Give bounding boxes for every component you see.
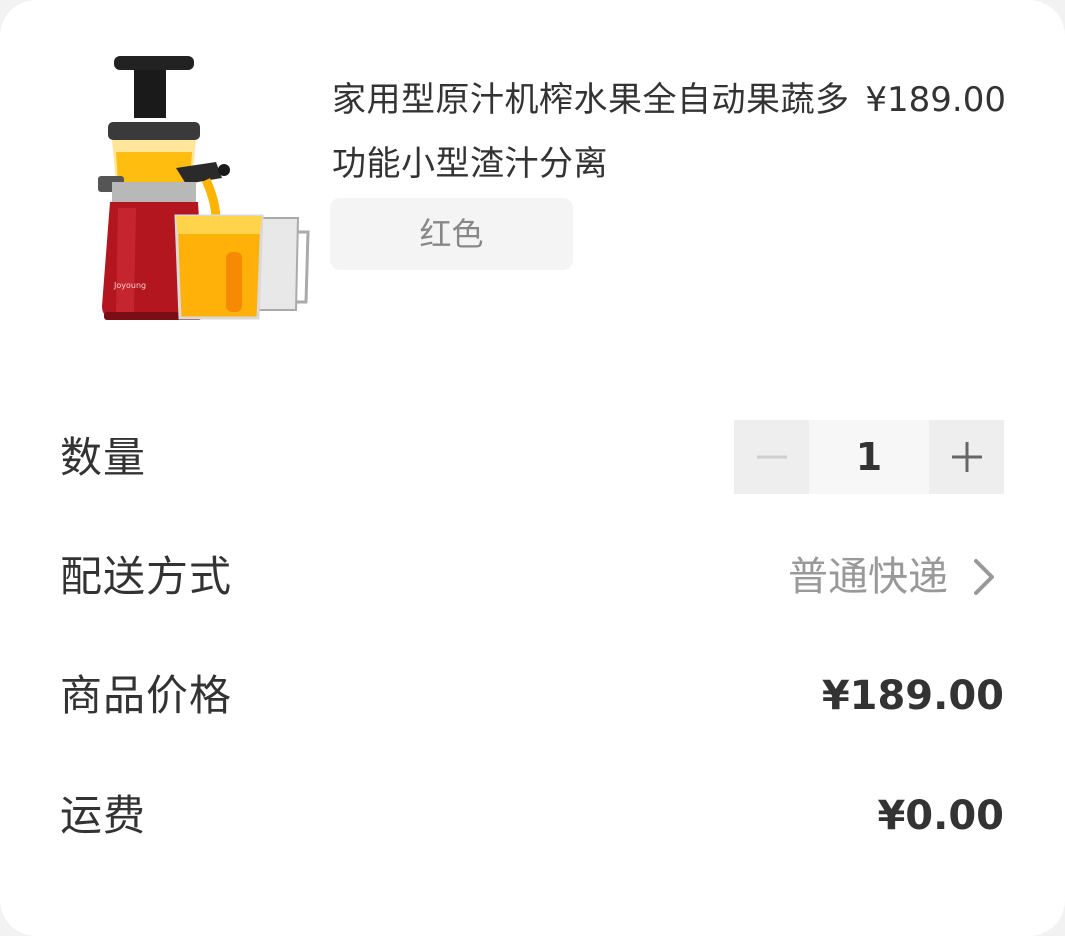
product-title[interactable]: 家用型原汁机榨水果全自动果蔬多功能小型渣汁分离 <box>332 68 852 196</box>
increase-button[interactable] <box>929 420 1004 494</box>
decrease-button[interactable] <box>734 420 809 494</box>
plus-icon <box>951 442 982 472</box>
quantity-row: 数量 1 <box>60 418 1004 498</box>
freight-row: 运费 ¥0.00 <box>60 776 1004 856</box>
goods-price-label: 商品价格 <box>60 671 233 720</box>
shipping-value[interactable]: 普通快递 <box>788 537 948 617</box>
order-card: Joyoung 家用型原汁机榨水果全自动果蔬多功能小型渣汁分离 ¥189.00 … <box>0 0 1065 936</box>
chevron-right-icon[interactable] <box>964 557 1004 597</box>
product-image[interactable]: Joyoung <box>46 56 312 328</box>
svg-text:Joyoung: Joyoung <box>113 281 146 290</box>
quantity-label: 数量 <box>60 433 147 482</box>
quantity-value[interactable]: 1 <box>809 420 929 494</box>
goods-price-row: 商品价格 ¥189.00 <box>60 656 1004 736</box>
spec-tag[interactable]: 红色 <box>330 198 573 270</box>
quantity-stepper[interactable]: 1 <box>734 420 1004 494</box>
freight-value: ¥0.00 <box>877 793 1004 839</box>
juicer-icon: Joyoung <box>98 56 310 320</box>
shipping-label: 配送方式 <box>60 552 233 601</box>
goods-price-value: ¥189.00 <box>821 673 1004 719</box>
minus-icon <box>756 455 787 459</box>
shipping-row[interactable]: 配送方式 普通快递 <box>60 537 1004 617</box>
freight-label: 运费 <box>60 791 147 840</box>
product-price: ¥189.00 <box>865 80 1006 120</box>
product-block: Joyoung 家用型原汁机榨水果全自动果蔬多功能小型渣汁分离 ¥189.00 … <box>46 56 1006 328</box>
